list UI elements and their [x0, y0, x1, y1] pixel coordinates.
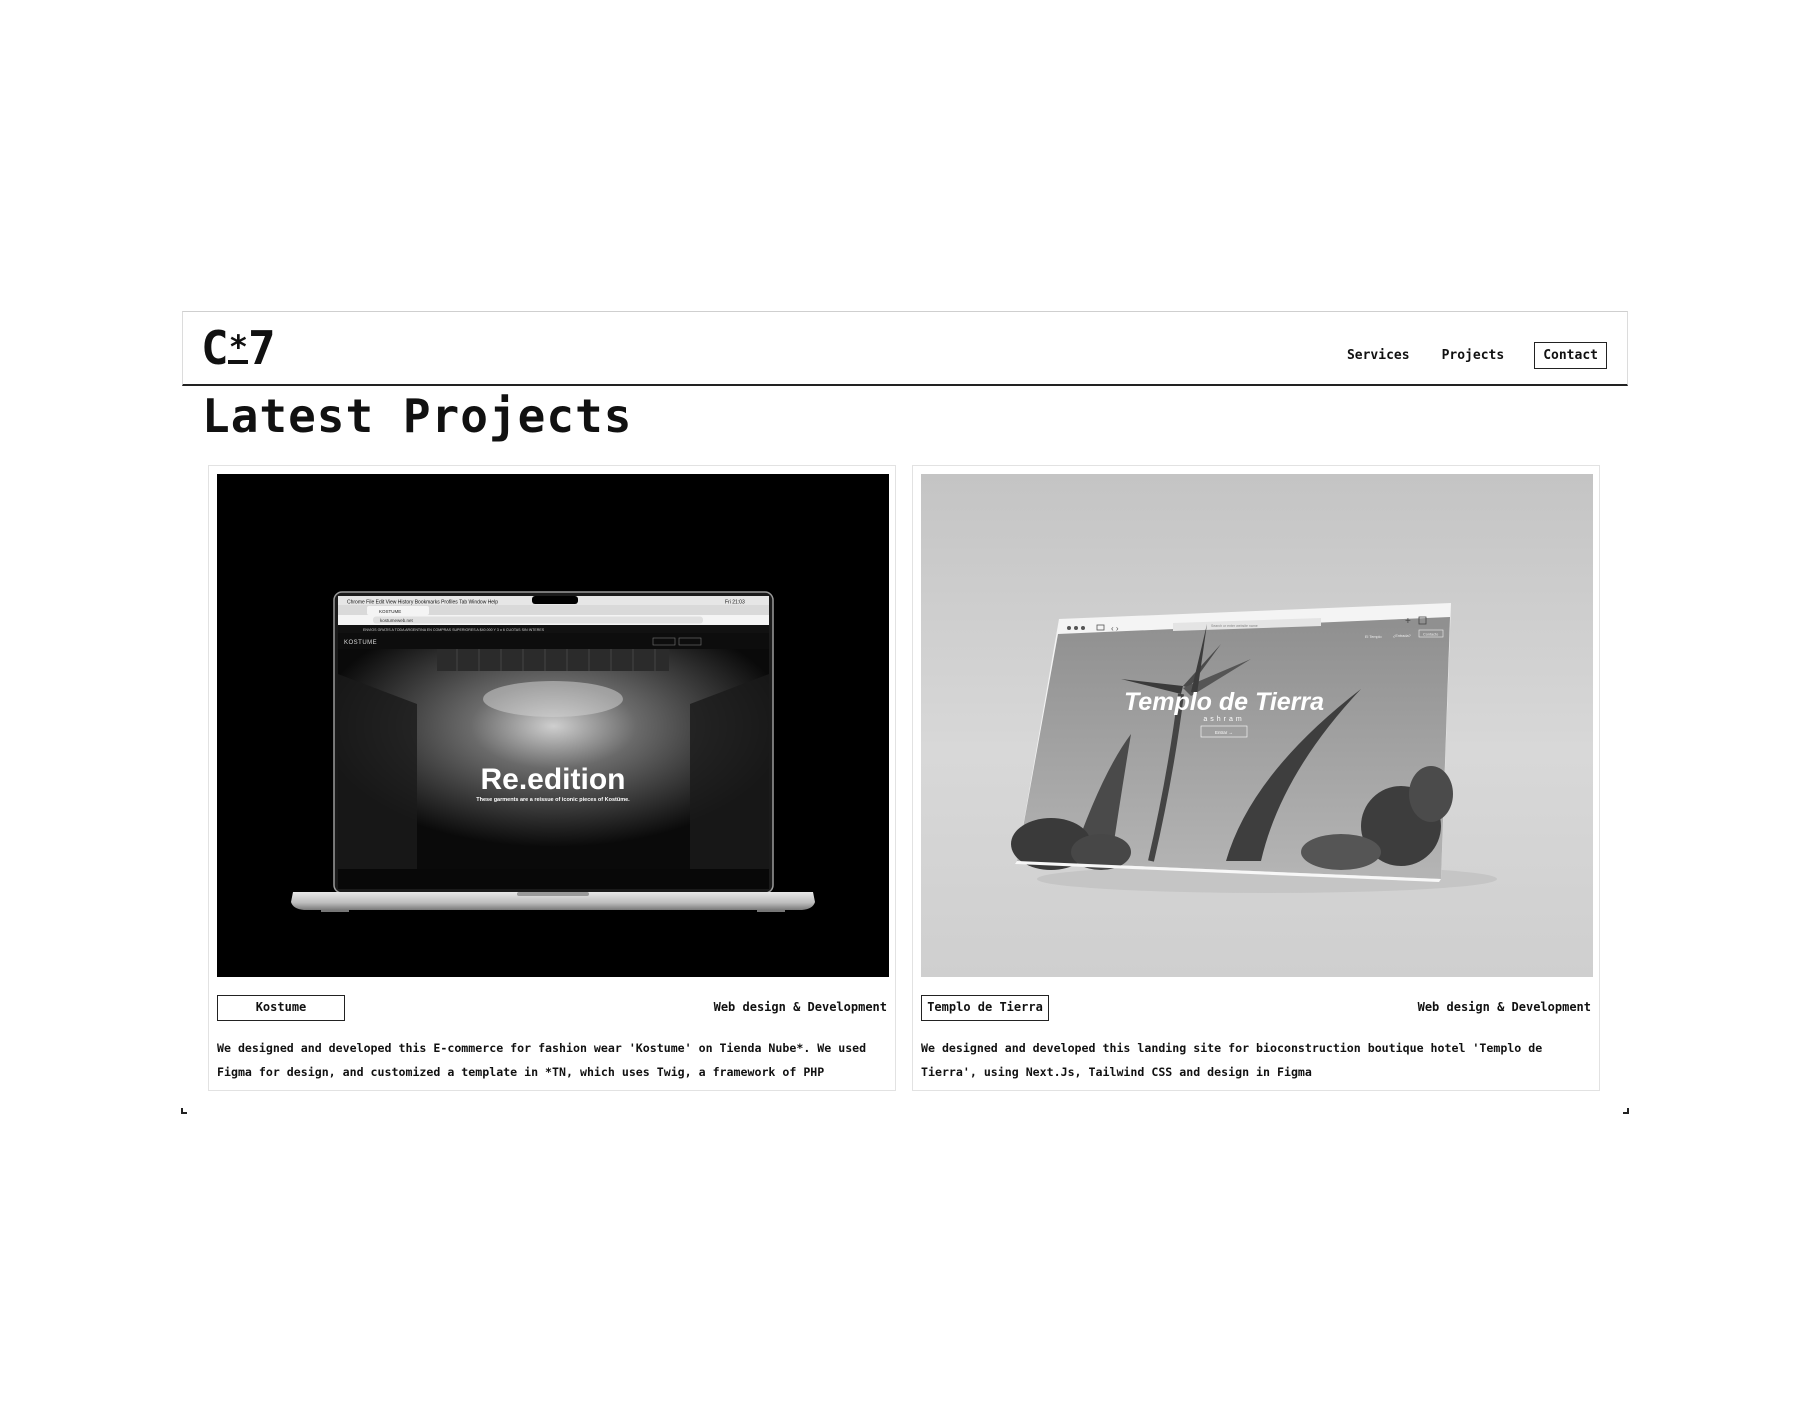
kostume-site-brand: KOSTUME	[344, 640, 377, 646]
kostume-headline: Re.edition	[480, 763, 625, 796]
kostume-preview-image[interactable]: Chrome File Edit View History Bookmarks …	[217, 474, 889, 977]
logo[interactable]: C*7	[201, 320, 276, 376]
project-tag-templo-de-tierra[interactable]: Templo de Tierra	[921, 995, 1049, 1021]
templo-subline: ashram	[1203, 716, 1244, 723]
templo-nav-mid: ¿Entrada?	[1393, 634, 1411, 638]
project-category: Web design & Development	[1417, 1000, 1591, 1014]
project-description: We designed and developed this E-commerc…	[217, 1041, 867, 1079]
nav-services-link[interactable]: Services	[1347, 348, 1410, 363]
templo-nav-right: Contacto	[1423, 633, 1438, 637]
project-category: Web design & Development	[713, 1000, 887, 1014]
frame-corner-left	[181, 1108, 187, 1114]
page-frame: C*7 Services Projects Contact Latest Pro…	[181, 311, 1629, 1114]
frame-corner-right	[1623, 1108, 1629, 1114]
templo-enter-button-text: Entrar →	[1215, 730, 1233, 735]
project-tag-kostume[interactable]: Kostume	[217, 995, 345, 1021]
logo-digit-7: 7	[247, 321, 276, 375]
logo-asterisk: *	[227, 328, 248, 366]
templo-nav-left: El Templo	[1365, 635, 1382, 639]
navbar: C*7 Services Projects Contact	[182, 311, 1628, 386]
projects-grid: Chrome File Edit View History Bookmarks …	[208, 465, 1602, 1091]
nav-projects-link[interactable]: Projects	[1442, 348, 1505, 363]
mac-menu-text: Chrome File Edit View History Bookmarks …	[347, 600, 498, 606]
kostume-subline: These garments are a reissue of iconic p…	[476, 797, 630, 803]
nav-links: Services Projects Contact	[1315, 342, 1607, 369]
svg-text:‹ ›: ‹ ›	[1111, 624, 1119, 633]
mac-time-text: Fri 21:03	[725, 600, 745, 606]
templo-headline: Templo de Tierra	[1124, 688, 1324, 716]
templo-search-text: Search or enter website name	[1211, 624, 1258, 628]
project-card-templo-de-tierra[interactable]: ‹ › Search or enter website name + El Te…	[912, 465, 1600, 1091]
templo-preview-image[interactable]: ‹ › Search or enter website name + El Te…	[921, 474, 1593, 977]
section-title: Latest Projects	[202, 389, 633, 443]
svg-text:+: +	[1405, 616, 1411, 627]
contact-button[interactable]: Contact	[1534, 342, 1607, 369]
svg-text:KOSTUME: KOSTUME	[379, 609, 401, 614]
kostume-url-text: kostumeweb.net	[380, 618, 414, 623]
logo-letter-c: C	[201, 321, 229, 375]
project-card-kostume[interactable]: Chrome File Edit View History Bookmarks …	[208, 465, 896, 1091]
project-description: We designed and developed this landing s…	[921, 1041, 1543, 1079]
kostume-announcement-text: ENVIOS GRATIS A TODA ARGENTINA EN COMPRA…	[363, 628, 545, 632]
